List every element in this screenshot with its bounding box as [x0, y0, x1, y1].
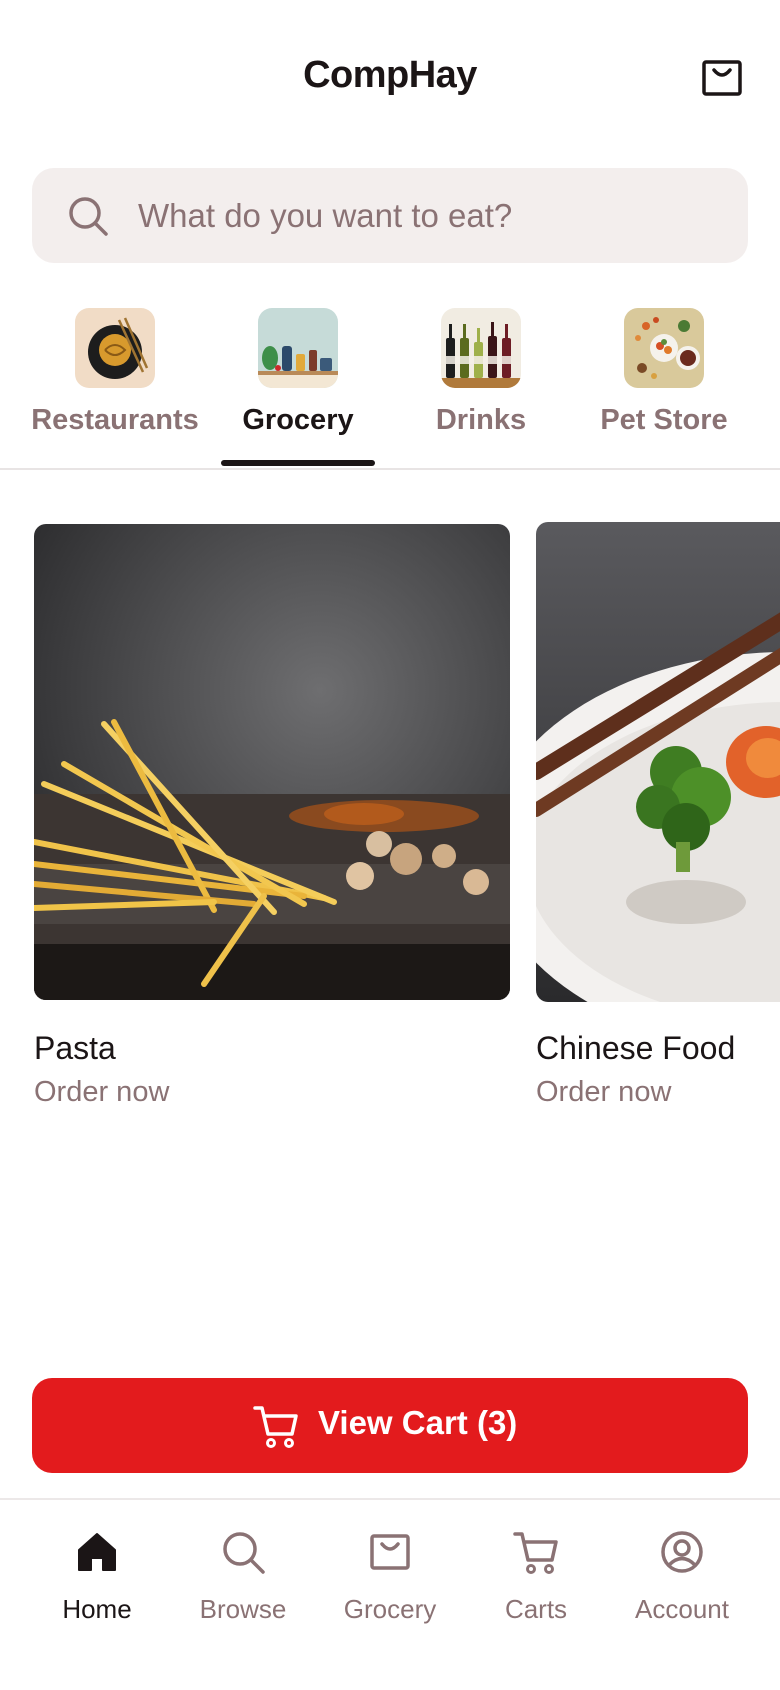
chinese-food-photo [536, 522, 780, 1002]
shopping-bag-icon [702, 60, 742, 96]
tab-label: Account [635, 1594, 729, 1624]
tab-browse[interactable]: Browse [165, 1500, 321, 1650]
food-card-title: Pasta [34, 1030, 116, 1066]
search-bar[interactable] [32, 168, 748, 263]
category-label: Drinks [435, 404, 527, 436]
category-label: Restaurants [31, 404, 199, 436]
app-header: CompHay [0, 0, 780, 160]
tab-label: Home [62, 1594, 132, 1624]
shopping-bag-icon [370, 1534, 410, 1570]
noodle-bowl-thumbnail [75, 308, 155, 388]
tab-label: Grocery [343, 1594, 437, 1624]
search-input[interactable] [136, 190, 720, 242]
search-icon [223, 1532, 265, 1574]
grocery-shelf-thumbnail [258, 308, 338, 388]
food-card-chinese-food[interactable]: Chinese Food Order now [536, 522, 780, 1124]
tab-label: Carts [504, 1594, 568, 1624]
category-tab-pet-store[interactable]: Pet Store [579, 300, 749, 466]
category-label: Pet Store [600, 404, 728, 436]
cart-icon [513, 1532, 558, 1574]
food-card-title: Chinese Food [536, 1030, 736, 1066]
cart-icon [253, 1406, 298, 1448]
tab-grocery[interactable]: Grocery [312, 1500, 468, 1650]
category-tabs: Restaurants Grocery Drinks Pet Store [0, 300, 780, 470]
tab-label: Browse [199, 1594, 287, 1624]
category-tab-grocery[interactable]: Grocery [213, 300, 383, 466]
category-label: Grocery [242, 404, 354, 436]
food-card-subtitle: Order now [34, 1076, 170, 1108]
active-tab-indicator [221, 460, 375, 466]
app-title: CompHay [303, 54, 477, 96]
search-icon [69, 197, 108, 236]
bottom-tab-bar: Home Browse Grocery Carts Account [0, 1498, 780, 1690]
food-card-subtitle: Order now [536, 1076, 672, 1108]
tab-carts[interactable]: Carts [458, 1500, 614, 1650]
home-icon [78, 1533, 116, 1571]
account-icon [661, 1531, 703, 1573]
shopping-bag-button[interactable] [700, 58, 748, 102]
bottles-thumbnail [441, 308, 521, 388]
view-cart-label: View Cart (3) [318, 1404, 518, 1441]
food-bowls-thumbnail [624, 308, 704, 388]
tab-account[interactable]: Account [604, 1500, 760, 1650]
food-card-pasta[interactable]: Pasta Order now [34, 524, 510, 1124]
category-tab-drinks[interactable]: Drinks [396, 300, 566, 466]
view-cart-button[interactable]: View Cart (3) [32, 1378, 748, 1473]
pasta-photo [34, 524, 510, 1000]
tab-home[interactable]: Home [19, 1500, 175, 1650]
category-tab-restaurants[interactable]: Restaurants [30, 300, 200, 466]
